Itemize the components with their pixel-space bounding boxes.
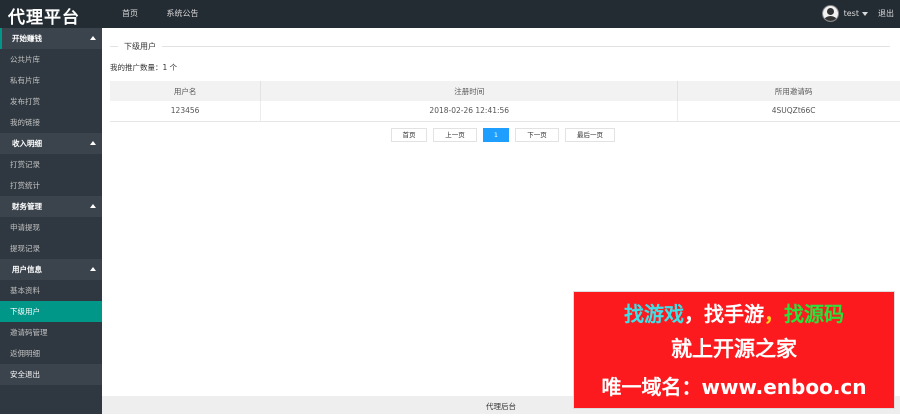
sidebar-item-public-library[interactable]: 公共片库: [0, 49, 102, 70]
banner-phrase-3: ，: [764, 302, 784, 326]
sidebar-group-start-earning[interactable]: 开始赚钱: [0, 28, 102, 49]
column-header-register-time: 注册时间: [260, 81, 679, 101]
sidebar-item-logout[interactable]: 安全退出: [0, 364, 102, 385]
sidebar-item-my-links[interactable]: 我的链接: [0, 112, 102, 133]
nav-announcements[interactable]: 系统公告: [167, 9, 199, 18]
sidebar-group-label: 收入明细: [12, 139, 42, 148]
username[interactable]: test: [844, 9, 859, 18]
cell-invite-code: 4SUQZt66C: [677, 101, 900, 122]
table-row: 123456 2018-02-26 12:41:56 4SUQZt66C: [110, 101, 900, 122]
column-header-username: 用户名: [110, 81, 262, 101]
chevron-up-icon: [90, 204, 96, 208]
promo-banner[interactable]: 找游戏，找手游，找源码 就上开源之家 唯一域名：www.enboo.cn: [573, 291, 895, 409]
user-menu: test 退出: [821, 5, 894, 22]
promo-count-label: 我的推广数量：: [110, 63, 163, 72]
sidebar: 开始赚钱 公共片库 私有片库 发布打赏 我的链接 收入明细 打赏记录 打赏统计 …: [0, 28, 102, 414]
pager-current-page[interactable]: 1: [483, 128, 509, 142]
sidebar-group-income[interactable]: 收入明细: [0, 133, 102, 154]
column-header-invite-code: 所用邀请码: [677, 81, 900, 101]
chevron-up-icon: [90, 267, 96, 271]
sidebar-group-finance[interactable]: 财务管理: [0, 196, 102, 217]
banner-line-3: 唯一域名：www.enboo.cn: [601, 375, 867, 399]
sidebar-item-reward-stats[interactable]: 打赏统计: [0, 175, 102, 196]
promo-count-value: 1 个: [162, 63, 178, 72]
banner-line-1: 找游戏，找手游，找源码: [574, 298, 894, 327]
sidebar-item-withdraw-records[interactable]: 提现记录: [0, 238, 102, 259]
sidebar-item-private-library[interactable]: 私有片库: [0, 70, 102, 91]
pager-prev-button[interactable]: 上一页: [433, 128, 477, 142]
chevron-up-icon: [90, 141, 96, 145]
sidebar-item-sub-users[interactable]: 下级用户: [0, 301, 102, 322]
cell-username: 123456: [110, 101, 262, 122]
nav-home[interactable]: 首页: [122, 9, 138, 18]
app-logo: 代理平台: [8, 8, 80, 28]
cell-register-time: 2018-02-26 12:41:56: [260, 101, 679, 122]
banner-line-2: 就上开源之家: [671, 337, 797, 361]
avatar[interactable]: [821, 5, 839, 22]
top-bar: 代理平台 首页 系统公告 test 退出: [0, 0, 900, 28]
pager-last-button[interactable]: 最后一页: [565, 128, 615, 142]
banner-phrase-4: 找源码: [784, 302, 844, 326]
sidebar-item-reward-records[interactable]: 打赏记录: [0, 154, 102, 175]
sidebar-group-user-info[interactable]: 用户信息: [0, 259, 102, 280]
sidebar-group-label: 财务管理: [12, 202, 42, 211]
sidebar-item-commission[interactable]: 返佣明细: [0, 343, 102, 364]
pagination: 首页 上一页 1 下一页 最后一页: [391, 128, 621, 142]
chevron-down-icon[interactable]: [862, 11, 868, 16]
banner-phrase-1: 找游戏: [624, 302, 684, 326]
table-header-row: 用户名 注册时间 所用邀请码: [110, 81, 900, 101]
top-nav: 首页 系统公告: [122, 8, 225, 19]
sub-users-table: 用户名 注册时间 所用邀请码 123456 2018-02-26 12:41:5…: [110, 81, 900, 122]
promo-count: 我的推广数量：1 个: [110, 62, 177, 73]
sidebar-item-profile[interactable]: 基本资料: [0, 280, 102, 301]
pager-next-button[interactable]: 下一页: [515, 128, 559, 142]
section-title: 下级用户: [118, 41, 162, 52]
banner-phrase-2: ，找手游: [684, 302, 764, 326]
sidebar-item-invite-codes[interactable]: 邀请码管理: [0, 322, 102, 343]
pager-first-button[interactable]: 首页: [391, 128, 427, 142]
section-divider: 下级用户: [110, 41, 890, 52]
sidebar-group-label: 开始赚钱: [12, 34, 42, 43]
chevron-up-icon: [90, 36, 96, 40]
sidebar-group-label: 用户信息: [12, 265, 42, 274]
logout-link[interactable]: 退出: [878, 8, 894, 19]
sidebar-item-publish-reward[interactable]: 发布打赏: [0, 91, 102, 112]
sidebar-item-withdraw[interactable]: 申请提现: [0, 217, 102, 238]
